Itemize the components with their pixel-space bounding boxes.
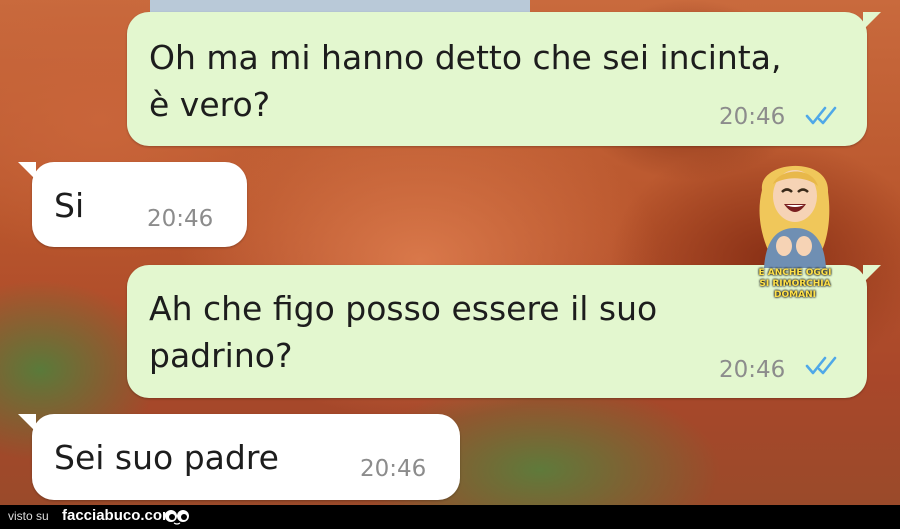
message-timestamp: 20:46 [147, 206, 214, 232]
sticker-caption-line: SI RIMORCHIA DOMANI [759, 279, 831, 300]
read-receipt-icon [805, 106, 837, 125]
message-text: Sei suo padre [54, 438, 279, 477]
watermark-prefix: visto su [8, 509, 49, 523]
message-text: Si [54, 186, 85, 225]
message-bubble-received[interactable]: Sei suo padre 20:46 [18, 414, 460, 500]
eyes-logo-icon [165, 510, 189, 525]
watermark-site-link[interactable]: facciabuco.com [62, 507, 175, 524]
message-text: Ah che figo posso essere il suo padrino? [149, 289, 658, 375]
sticker-caption: E ANCHE OGGI SI RIMORCHIA DOMANI [740, 268, 850, 301]
laughing-woman-icon [759, 165, 830, 268]
bubble-tail [863, 12, 881, 30]
bubble-tail [18, 414, 36, 432]
message-bubble-received[interactable]: Si 20:46 [18, 162, 247, 247]
message-bubble-sent[interactable]: Oh ma mi hanno detto che sei incinta, è … [127, 12, 881, 146]
message-timestamp: 20:46 [719, 104, 786, 130]
bubble-tail [863, 265, 881, 283]
message-timestamp: 20:46 [360, 456, 427, 482]
bubble-tail [18, 162, 36, 180]
sticker-caption-line: E ANCHE OGGI [758, 268, 832, 278]
message-timestamp: 20:46 [719, 357, 786, 383]
message-text: Oh ma mi hanno detto che sei incinta, è … [149, 38, 782, 124]
watermark-bar: visto su facciabuco.com [0, 505, 900, 529]
read-receipt-icon [805, 356, 837, 375]
sky-strip [150, 0, 530, 12]
laughing-woman-sticker: E ANCHE OGGI SI RIMORCHIA DOMANI [740, 150, 850, 305]
